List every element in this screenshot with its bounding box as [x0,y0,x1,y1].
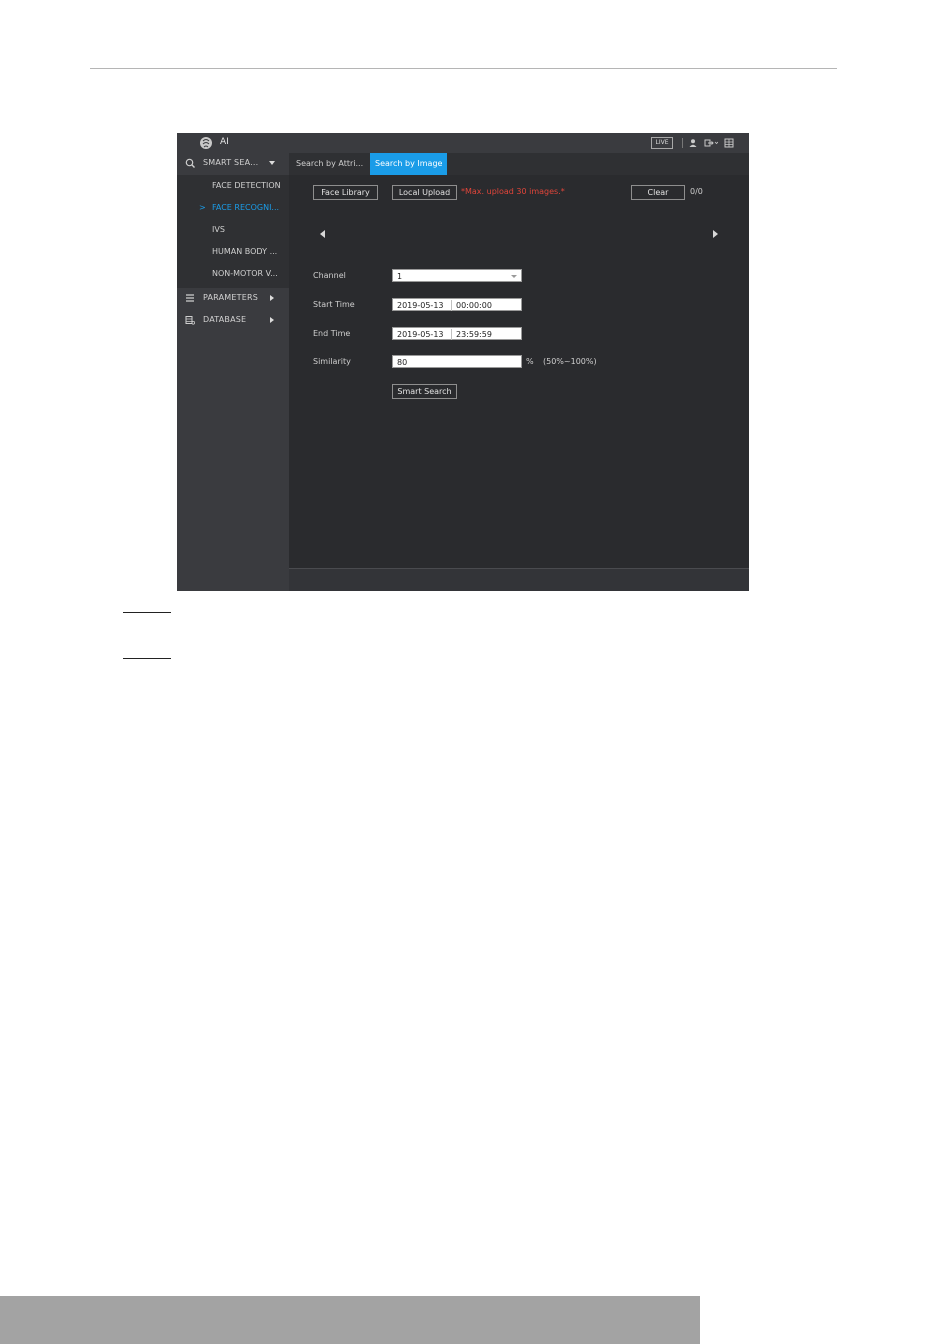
similarity-value: 80 [397,358,408,367]
channel-label: Channel [313,271,346,280]
tab-search-by-image[interactable]: Search by Image [370,153,448,175]
sidebar-group-parameters[interactable]: PARAMETERS [177,288,289,309]
search-icon [185,158,195,168]
smart-search-submenu: FACE DETECTION > FACE RECOGNI... IVS HUM… [177,175,289,288]
ai-app-window: AI LIVE SMART SEA... FACE DETECTION > FA… [177,133,749,591]
chevron-down-icon [269,161,275,165]
step-underline [123,658,171,659]
database-icon [185,316,195,325]
page-footer-bar [0,1296,700,1344]
previous-image-arrow-icon[interactable] [320,230,325,238]
step-underline [123,612,171,613]
similarity-unit: % [526,357,534,366]
app-header: AI LIVE [177,133,749,153]
sidebar-group-label: SMART SEA... [203,158,259,167]
start-time-label: Start Time [313,300,355,309]
end-time-value: 23:59:59 [456,330,492,339]
tab-bar: Search by Attri... Search by Image [289,153,749,175]
local-upload-button[interactable]: Local Upload [392,185,457,200]
sidebar-item-non-motor-vehicle[interactable]: NON-MOTOR V... [212,269,278,278]
upload-limit-warning: *Max. upload 30 images.* [461,187,565,196]
grid-menu-icon[interactable] [724,138,734,148]
list-icon [186,294,194,302]
tab-search-by-attribute[interactable]: Search by Attri... [291,153,368,175]
header-divider [682,138,683,148]
channel-select[interactable]: 1 [392,269,522,282]
results-footer [289,569,749,591]
similarity-range: (50%~100%) [543,357,597,366]
app-title: AI [220,137,229,147]
end-date-value: 2019-05-13 [397,330,444,339]
sidebar: SMART SEA... FACE DETECTION > FACE RECOG… [177,153,289,591]
live-button[interactable]: LIVE [651,137,673,149]
sidebar-group-smart-search[interactable]: SMART SEA... [177,153,289,174]
chevron-right-icon: > [199,203,206,212]
start-time-field[interactable]: 2019-05-13 00:00:00 [392,298,522,311]
face-library-button[interactable]: Face Library [313,185,378,200]
time-field-divider [451,300,452,311]
similarity-label: Similarity [313,357,351,366]
user-icon[interactable] [688,138,698,148]
start-time-value: 00:00:00 [456,301,492,310]
chevron-down-icon [511,275,517,278]
sidebar-group-database[interactable]: DATABASE [177,310,289,331]
smart-search-button[interactable]: Smart Search [392,384,457,399]
clear-button[interactable]: Clear [631,185,685,200]
chevron-right-icon [270,295,274,301]
logout-icon[interactable] [704,138,718,148]
sidebar-group-label: DATABASE [203,315,247,324]
channel-value: 1 [397,272,403,281]
start-date-value: 2019-05-13 [397,301,444,310]
ai-brain-icon [200,137,212,149]
chevron-right-icon [270,317,274,323]
sidebar-item-ivs[interactable]: IVS [212,225,225,234]
next-image-arrow-icon[interactable] [713,230,718,238]
time-field-divider [451,329,452,340]
page-header-rule [90,68,837,69]
image-count: 0/0 [690,187,703,196]
similarity-input[interactable]: 80 [392,355,522,368]
sidebar-item-face-recognition[interactable]: FACE RECOGNI... [212,203,279,212]
sidebar-item-human-body[interactable]: HUMAN BODY ... [212,247,277,256]
end-time-label: End Time [313,329,351,338]
sidebar-item-face-detection[interactable]: FACE DETECTION [212,181,281,190]
sidebar-group-label: PARAMETERS [203,293,259,302]
end-time-field[interactable]: 2019-05-13 23:59:59 [392,327,522,340]
